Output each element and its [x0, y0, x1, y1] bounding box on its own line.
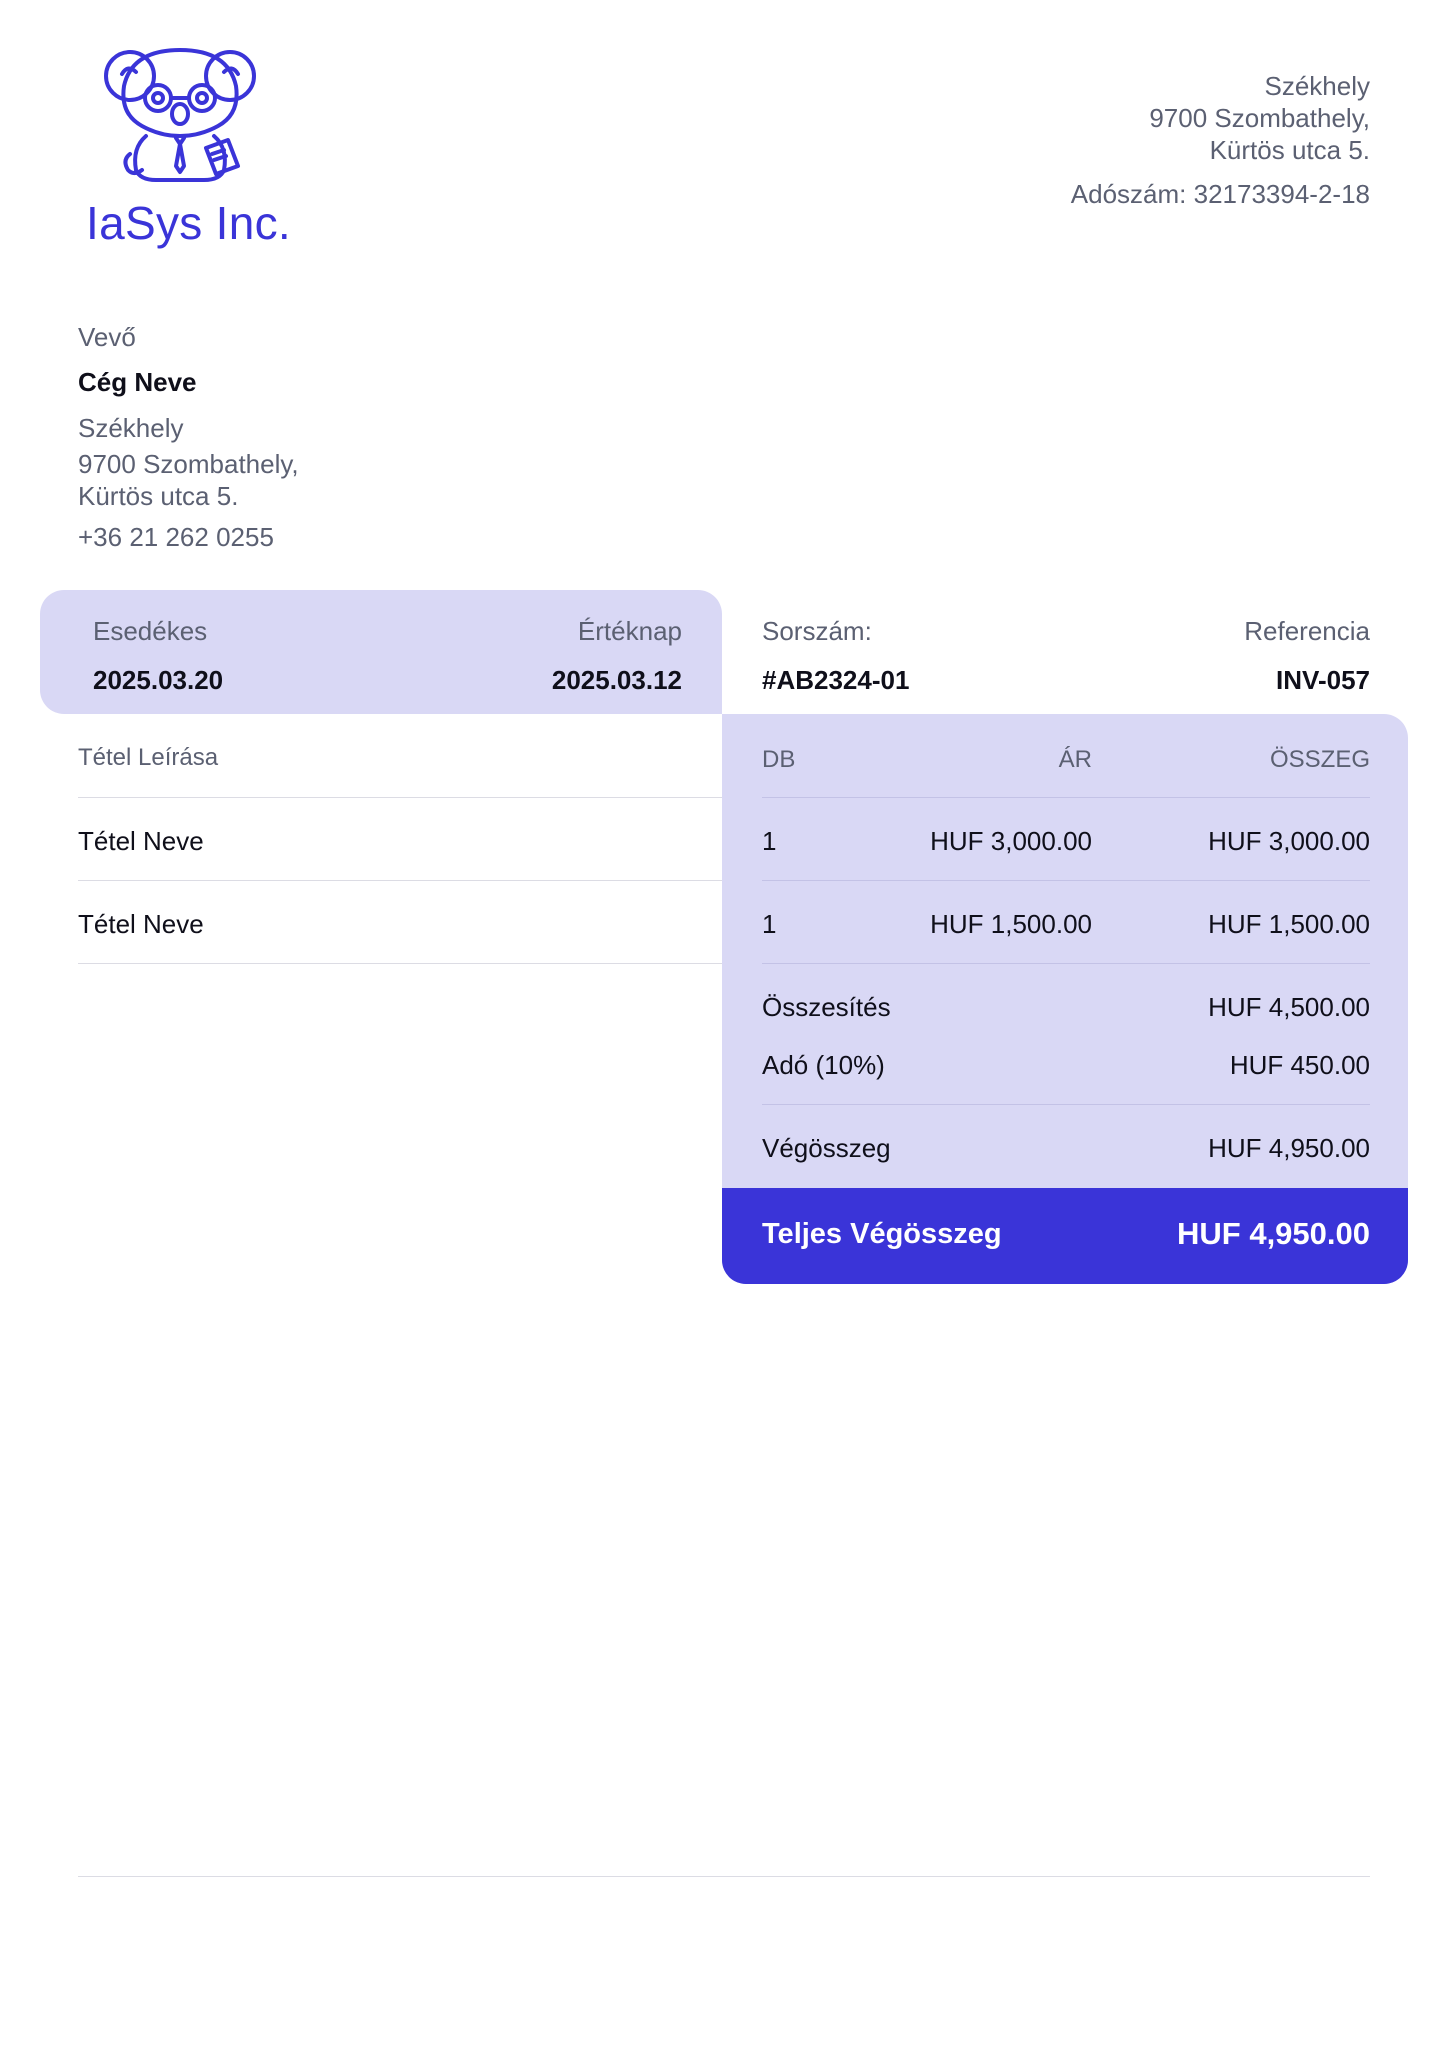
- seller-address-line1: 9700 Szombathely,: [1149, 103, 1370, 133]
- row-2-amount: HUF 1,500.00: [1208, 909, 1370, 939]
- footer-divider: [78, 1876, 1370, 1877]
- final-total-label: Végösszeg: [762, 1133, 891, 1163]
- value-date-cell: Értéknap 2025.03.12: [552, 616, 682, 696]
- row-1-qty: 1: [762, 826, 777, 856]
- final-total-value: HUF 4,950.00: [1208, 1133, 1370, 1163]
- divider: [78, 880, 722, 881]
- divider: [762, 963, 1370, 964]
- row-2-price: HUF 1,500.00: [930, 909, 1092, 939]
- row-1-price: HUF 3,000.00: [930, 826, 1092, 856]
- buyer-phone: +36 21 262 0255: [78, 522, 274, 552]
- reference-cell: Referencia INV-057: [1244, 616, 1370, 696]
- grand-total-label: Teljes Végösszeg: [762, 1218, 1002, 1250]
- value-date-label: Értéknap: [577, 616, 682, 646]
- row-2-name: Tétel Neve: [78, 909, 204, 939]
- divider: [78, 963, 722, 964]
- invoice-number-cell: Sorszám: #AB2324-01: [762, 616, 909, 696]
- seller-address-label: Székhely: [1264, 71, 1371, 101]
- reference-label: Referencia: [1244, 616, 1370, 646]
- tax-value: HUF 450.00: [1229, 1050, 1370, 1080]
- due-date-cell: Esedékes 2025.03.20: [93, 616, 223, 696]
- seller-tax-id: Adószám: 32173394-2-18: [1070, 179, 1370, 209]
- header-price: ÁR: [1058, 746, 1092, 773]
- buyer-address-label: Székhely: [78, 413, 184, 443]
- dates-box: Esedékes 2025.03.20 Értéknap 2025.03.12: [40, 590, 722, 714]
- divider: [78, 797, 722, 798]
- subtotal-value: HUF 4,500.00: [1208, 992, 1370, 1022]
- divider: [762, 797, 1370, 798]
- row-1-amount: HUF 3,000.00: [1208, 826, 1370, 856]
- tax-label: Adó (10%): [762, 1050, 885, 1080]
- due-date-value: 2025.03.20: [93, 665, 224, 695]
- buyer-name: Cég Neve: [78, 367, 197, 397]
- value-date-value: 2025.03.12: [551, 665, 682, 695]
- header-amount: ÖSSZEG: [1269, 746, 1370, 773]
- divider: [762, 880, 1370, 881]
- koala-mascot-icon: [100, 44, 260, 184]
- row-2-qty: 1: [762, 909, 777, 939]
- header-description: Tétel Leírása: [78, 744, 219, 771]
- row-1-name: Tétel Neve: [78, 826, 204, 856]
- buyer-label: Vevő: [78, 322, 136, 352]
- buyer-address-line2: Kürtös utca 5.: [78, 481, 239, 511]
- buyer-address-line1: 9700 Szombathely,: [78, 449, 299, 479]
- invoice-number-label: Sorszám:: [762, 616, 872, 646]
- divider: [762, 1104, 1370, 1105]
- subtotal-label: Összesítés: [762, 992, 891, 1022]
- due-date-label: Esedékes: [93, 616, 208, 646]
- seller-address-block: Székhely 9700 Szombathely, Kürtös utca 5…: [1071, 70, 1370, 210]
- invoice-number-value: #AB2324-01: [762, 665, 910, 695]
- seller-address-line2: Kürtös utca 5.: [1209, 135, 1370, 165]
- header-qty: DB: [762, 746, 796, 773]
- buyer-block: Vevő Cég Neve Székhely 9700 Szombathely,…: [78, 322, 299, 553]
- reference-value: INV-057: [1276, 665, 1370, 695]
- grand-total-value: HUF 4,950.00: [1177, 1216, 1370, 1251]
- company-name: IaSys Inc.: [86, 197, 291, 249]
